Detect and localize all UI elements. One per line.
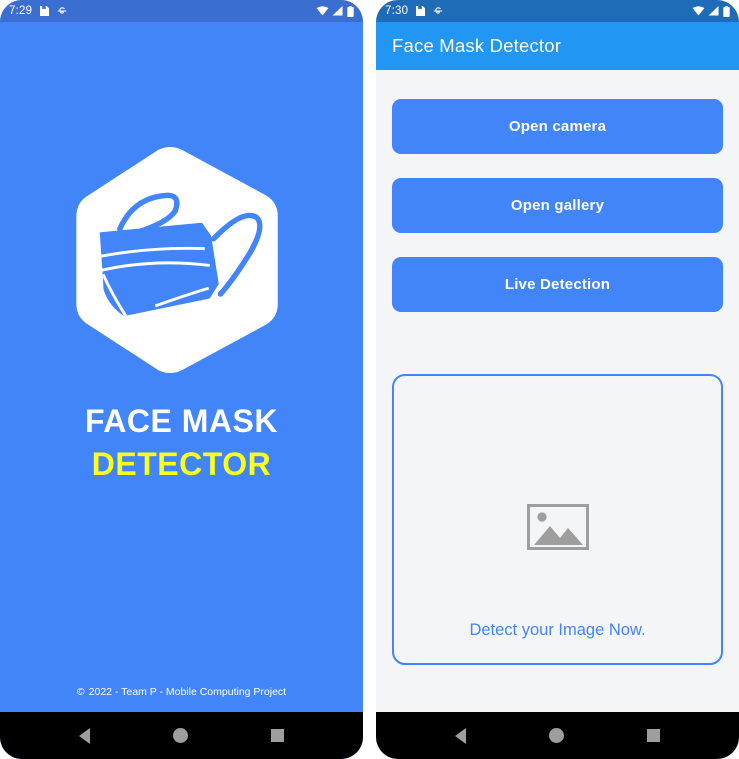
open-camera-button[interactable]: Open camera <box>392 99 723 154</box>
wifi-icon <box>316 6 329 16</box>
open-camera-button-label: Open camera <box>508 118 607 135</box>
save-icon <box>416 6 426 16</box>
home-icon[interactable] <box>548 728 564 743</box>
wifi-icon <box>692 6 705 16</box>
stop-icon <box>433 6 443 16</box>
app-bar: Face Mask Detector <box>376 22 739 70</box>
status-bar-left: 7:29 <box>9 5 67 17</box>
status-clock: 7:30 <box>385 5 409 17</box>
app-bar-title: Face Mask Detector <box>392 35 562 56</box>
phone-main-screen: 7:30 Face Mask Detector Open camera Open… <box>376 0 739 759</box>
back-icon[interactable] <box>455 727 467 744</box>
battery-icon <box>347 5 354 17</box>
open-gallery-button[interactable]: Open gallery <box>392 178 723 233</box>
image-preview-card[interactable]: Detect your Image Now. <box>392 374 723 665</box>
splash-body: FACE MASK DETECTOR © 2022 - Team P - Mob… <box>0 22 363 712</box>
main-content: Open camera Open gallery Live Detection … <box>376 70 739 712</box>
system-navigation-bar <box>376 712 739 759</box>
copyright-text: 2022 - Team P - Mobile Computing Project <box>88 686 287 698</box>
battery-icon <box>723 5 730 17</box>
copyright-footer: © 2022 - Team P - Mobile Computing Proje… <box>0 686 363 698</box>
face-mask-hexagon-logo <box>68 144 296 376</box>
home-icon[interactable] <box>172 728 188 743</box>
app-title: FACE MASK DETECTOR <box>85 404 278 481</box>
status-bar: 7:29 <box>0 0 363 22</box>
status-bar-right <box>692 5 730 17</box>
status-bar-right <box>316 5 354 17</box>
open-gallery-button-label: Open gallery <box>510 197 605 214</box>
app-title-line-2: DETECTOR <box>91 445 272 482</box>
status-bar-left: 7:30 <box>385 5 443 17</box>
copyright-icon: © <box>76 686 85 698</box>
live-detection-button[interactable]: Live Detection <box>392 257 723 312</box>
stop-icon <box>57 6 67 16</box>
status-bar: 7:30 <box>376 0 739 22</box>
recents-icon[interactable] <box>270 729 284 742</box>
screenshot-root: 7:29 FACE MASK DETECTOR © 2022 - Team P … <box>0 0 739 759</box>
status-clock: 7:29 <box>9 5 33 17</box>
image-placeholder-icon <box>526 504 589 555</box>
app-title-line-1: FACE MASK <box>85 403 278 439</box>
save-icon <box>40 6 50 16</box>
image-preview-hint: Detect your Image Now. <box>469 621 646 639</box>
phone-splash-screen: 7:29 FACE MASK DETECTOR © 2022 - Team P … <box>0 0 363 759</box>
live-detection-button-label: Live Detection <box>504 276 611 293</box>
signal-icon <box>708 6 720 16</box>
back-icon[interactable] <box>79 727 91 744</box>
signal-icon <box>332 6 344 16</box>
recents-icon[interactable] <box>646 729 660 742</box>
system-navigation-bar <box>0 712 363 759</box>
